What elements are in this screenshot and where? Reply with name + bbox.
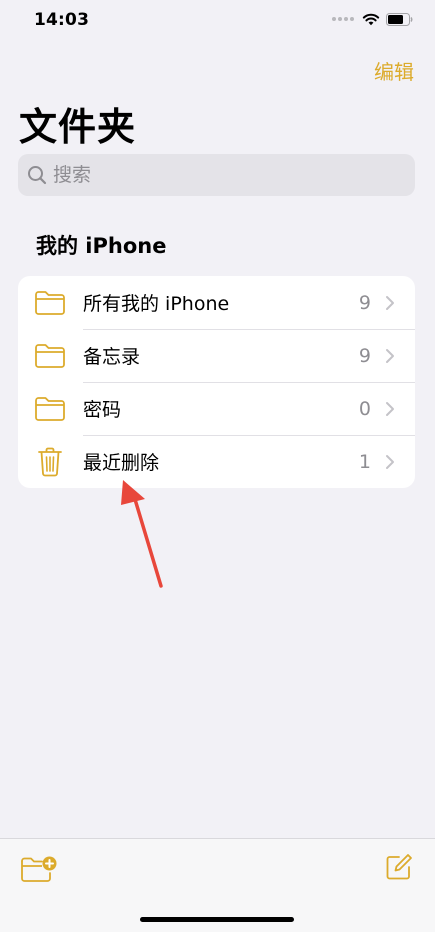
bottom-toolbar [0,838,435,932]
trash-icon [34,447,66,476]
chevron-right-icon [385,454,395,470]
folder-icon [34,395,66,423]
chevron-right-icon [385,295,395,311]
folder-row-all-iphone[interactable]: 所有我的 iPhone 9 [18,276,415,329]
edit-button[interactable]: 编辑 [374,56,414,85]
cellular-signal-icon [332,17,354,21]
chevron-right-icon [385,401,395,417]
folder-label: 密码 [83,399,122,421]
compose-button[interactable] [385,853,413,881]
folder-label: 所有我的 iPhone [83,293,230,315]
folder-icon [34,289,66,317]
folder-count: 0 [358,397,371,420]
folder-count: 1 [358,450,371,473]
page-title: 文件夹 [19,105,137,149]
search-icon [27,165,47,185]
folder-row-notes[interactable]: 备忘录 9 [18,329,415,382]
status-time: 14:03 [34,10,90,30]
folder-label: 最近删除 [83,452,160,474]
folder-count: 9 [358,291,371,314]
status-bar: 14:03 [0,0,435,44]
status-indicators [332,12,413,26]
search-input[interactable] [53,164,393,186]
folder-count: 9 [358,344,371,367]
folder-icon [34,342,66,370]
folder-row-recently-deleted[interactable]: 最近删除 1 [18,435,415,488]
new-folder-button[interactable] [20,854,58,884]
search-bar[interactable] [18,154,415,196]
home-indicator[interactable] [140,917,294,922]
folder-row-passwords[interactable]: 密码 0 [18,382,415,435]
compose-icon [386,854,412,880]
wifi-icon [362,12,380,26]
chevron-right-icon [385,348,395,364]
section-header: 我的 iPhone [36,234,167,258]
new-folder-icon [21,856,57,882]
battery-icon [386,12,413,26]
folder-label: 备忘录 [83,346,141,368]
folder-list: 所有我的 iPhone 9 备忘录 9 密码 0 最近删除 1 [18,276,415,488]
